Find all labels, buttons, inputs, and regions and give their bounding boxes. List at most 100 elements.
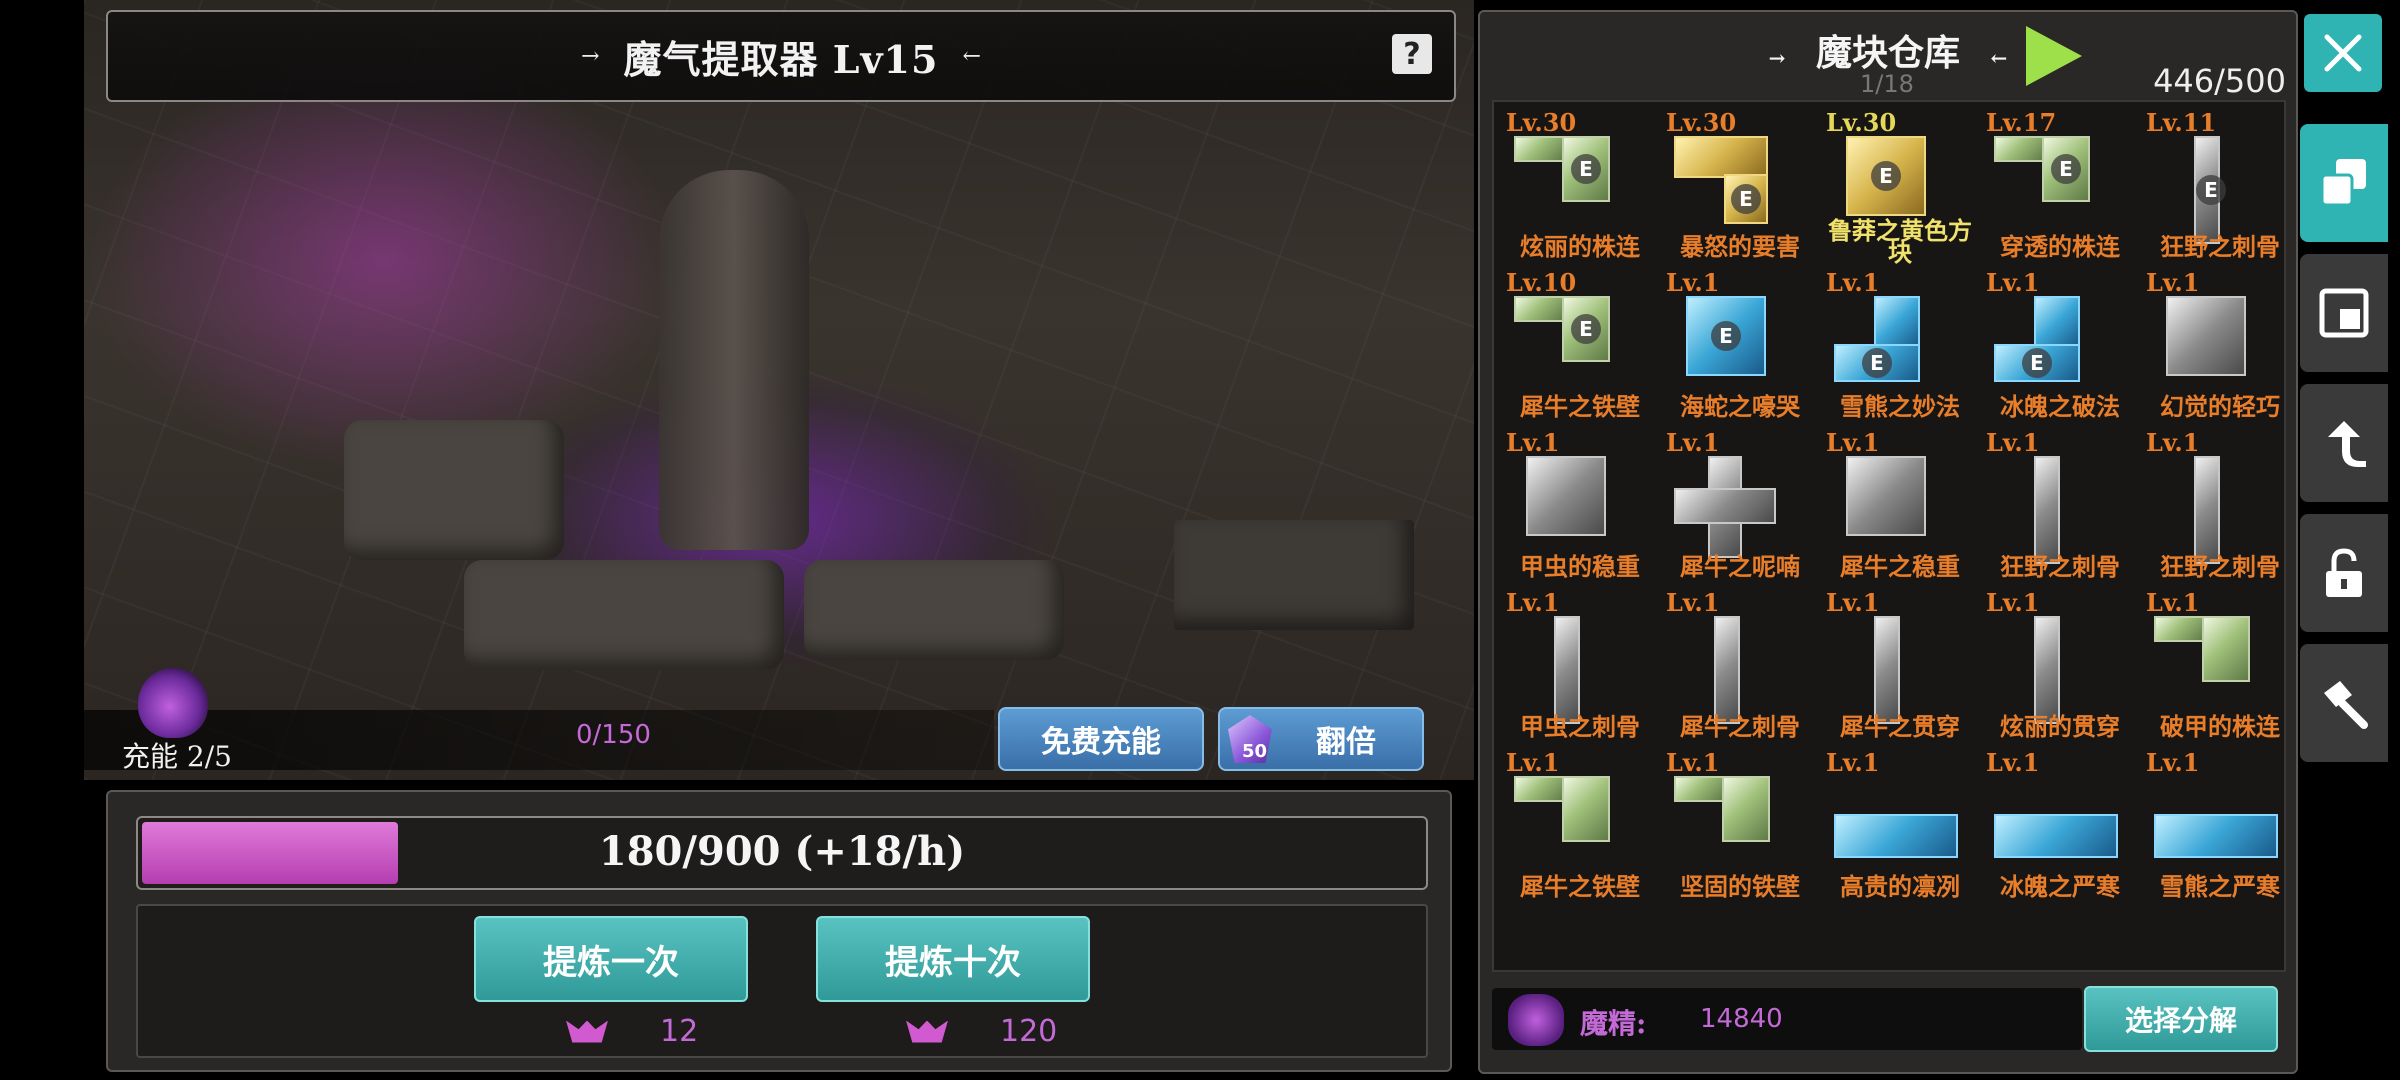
inventory-item[interactable]: Lv.1 坚固的铁壁 <box>1660 746 1820 906</box>
help-icon[interactable]: ? <box>1392 34 1432 74</box>
block-piece <box>2034 296 2080 348</box>
refine-once-cost-value: 12 <box>660 1014 699 1049</box>
item-level: Lv.1 <box>1986 748 2040 777</box>
item-name: 狂野之刺骨 <box>2160 552 2280 581</box>
copy-blocks-icon <box>2320 159 2366 207</box>
unlock-button[interactable] <box>2300 514 2388 632</box>
inventory-item[interactable]: Lv.1 狂野之刺骨 <box>2140 426 2300 586</box>
inventory-item[interactable]: Lv.1 高贵的凛冽 <box>1820 746 1980 906</box>
refine-once-button[interactable]: 提炼一次 <box>474 916 748 1002</box>
inventory-item[interactable]: Lv.1 冰魄之严寒 <box>1980 746 2140 906</box>
double-button[interactable]: 50 翻倍 <box>1218 707 1424 771</box>
item-name: 幻觉的轻巧 <box>2160 392 2280 421</box>
inventory-item[interactable]: Lv.1 狂野之刺骨 <box>1980 426 2140 586</box>
inventory-item[interactable]: Lv.1 炫丽的贯穿 <box>1980 586 2140 746</box>
inventory-item[interactable]: Lv.1 甲虫的稳重 <box>1500 426 1660 586</box>
unlock-icon <box>2326 548 2362 597</box>
charge-label: 充能 2/5 <box>122 740 232 773</box>
rotate-arrow-icon <box>2328 421 2366 467</box>
item-name: 甲虫之刺骨 <box>1520 712 1640 741</box>
inventory-item[interactable]: Lv.1 E 雪熊之妙法 <box>1820 266 1980 426</box>
item-level: Lv.1 <box>1986 588 2040 617</box>
block-piece: E <box>1724 174 1768 224</box>
inventory-item[interactable]: Lv.30 E 鲁莽之黄色方块 <box>1820 106 1980 266</box>
inventory-item[interactable]: Lv.1 E 海蛇之嚎哭 <box>1660 266 1820 426</box>
select-decompose-label: 选择分解 <box>2124 1004 2237 1037</box>
select-decompose-button[interactable]: 选择分解 <box>2084 986 2278 1052</box>
rock <box>1174 520 1414 630</box>
essence-bar: 魔精: 14840 <box>1492 988 2082 1050</box>
enhance-icon: E <box>1731 184 1761 214</box>
item-name: 冰魄之严寒 <box>2000 872 2120 901</box>
refine-ten-button[interactable]: 提炼十次 <box>816 916 1090 1002</box>
block-piece <box>2166 296 2246 376</box>
inventory-item[interactable]: Lv.10 E 犀牛之铁壁 <box>1500 266 1660 426</box>
block-piece <box>2154 814 2278 858</box>
item-level: Lv.1 <box>1666 748 1720 777</box>
arrow-right-icon: → <box>1768 46 1786 70</box>
item-level: Lv.1 <box>1826 428 1880 457</box>
item-name: 高贵的凛冽 <box>1840 872 1960 901</box>
item-name: 犀牛之呢喃 <box>1680 552 1800 581</box>
refine-once-label: 提炼一次 <box>543 942 679 983</box>
inventory-item[interactable]: Lv.1 幻觉的轻巧 <box>2140 266 2300 426</box>
close-button[interactable] <box>2304 14 2382 92</box>
inventory-item[interactable]: Lv.1 破甲的株连 <box>2140 586 2300 746</box>
inventory-item[interactable]: Lv.1 犀牛之呢喃 <box>1660 426 1820 586</box>
inventory-item[interactable]: Lv.1 甲虫之刺骨 <box>1500 586 1660 746</box>
item-level: Lv.1 <box>1986 268 2040 297</box>
block-piece: E <box>1846 136 1926 216</box>
inventory-item[interactable]: Lv.1 雪熊之严寒 <box>2140 746 2300 906</box>
inventory-item[interactable]: Lv.1 犀牛之贯穿 <box>1820 586 1980 746</box>
inventory-item[interactable]: Lv.1 E 冰魄之破法 <box>1980 266 2140 426</box>
rock <box>344 420 564 560</box>
block-piece: E <box>2042 136 2090 202</box>
free-charge-button[interactable]: 免费充能 <box>998 707 1204 771</box>
enhance-icon: E <box>1862 348 1892 378</box>
page-title: 魔气提取器 Lv15 <box>623 36 939 82</box>
block-piece <box>1846 456 1926 536</box>
item-level: Lv.1 <box>1666 588 1720 617</box>
item-name: 犀牛之贯穿 <box>1840 712 1960 741</box>
block-piece <box>1514 776 1566 802</box>
inventory-item[interactable]: Lv.30 E 炫丽的株连 <box>1500 106 1660 266</box>
inventory-item[interactable]: Lv.1 犀牛之稳重 <box>1820 426 1980 586</box>
rock <box>464 560 784 670</box>
item-name: 犀牛之稳重 <box>1840 552 1960 581</box>
square-block-button[interactable] <box>2300 254 2388 372</box>
mana-crown-icon <box>566 1020 608 1043</box>
block-piece <box>1674 776 1726 802</box>
inventory-item[interactable]: Lv.11 E 狂野之刺骨 <box>2140 106 2300 266</box>
block-piece <box>1674 488 1776 524</box>
copy-blocks-button[interactable] <box>2300 124 2388 242</box>
inventory-item[interactable]: Lv.1 犀牛之刺骨 <box>1660 586 1820 746</box>
essence-value: 14840 <box>1700 1004 1783 1034</box>
block-piece <box>2154 616 2206 642</box>
item-name: 犀牛之铁壁 <box>1520 872 1640 901</box>
refine-panel: 180/900 (+18/h) 提炼一次 提炼十次 12 120 <box>106 790 1452 1072</box>
item-level: Lv.1 <box>1506 428 1560 457</box>
enhance-icon: E <box>1871 161 1901 191</box>
inventory-item[interactable]: Lv.1 犀牛之铁壁 <box>1500 746 1660 906</box>
item-name: 犀牛之铁壁 <box>1520 392 1640 421</box>
charge-count: 0/150 <box>576 720 651 750</box>
rotate-button[interactable] <box>2300 384 2388 502</box>
enhance-icon: E <box>1711 321 1741 351</box>
block-piece <box>1874 296 1920 348</box>
rock <box>804 560 1064 660</box>
item-level: Lv.1 <box>2146 588 2200 617</box>
block-piece: E <box>2194 136 2226 244</box>
square-block-icon <box>2319 288 2369 338</box>
item-name: 雪熊之妙法 <box>1840 392 1960 421</box>
play-icon[interactable] <box>2026 26 2082 86</box>
extractor-title-bar: → 魔气提取器 Lv15 ← ? <box>106 10 1456 102</box>
inventory-item[interactable]: Lv.17 E 穿透的株连 <box>1980 106 2140 266</box>
item-name: 雪熊之严寒 <box>2160 872 2280 901</box>
block-piece <box>1874 616 1900 724</box>
item-level: Lv.1 <box>1506 588 1560 617</box>
item-level: Lv.1 <box>1826 268 1880 297</box>
mana-crown-icon <box>906 1020 948 1043</box>
item-name: 海蛇之嚎哭 <box>1680 392 1800 421</box>
inventory-item[interactable]: Lv.30 E 暴怒的要害 <box>1660 106 1820 266</box>
hammer-button[interactable] <box>2300 644 2388 762</box>
